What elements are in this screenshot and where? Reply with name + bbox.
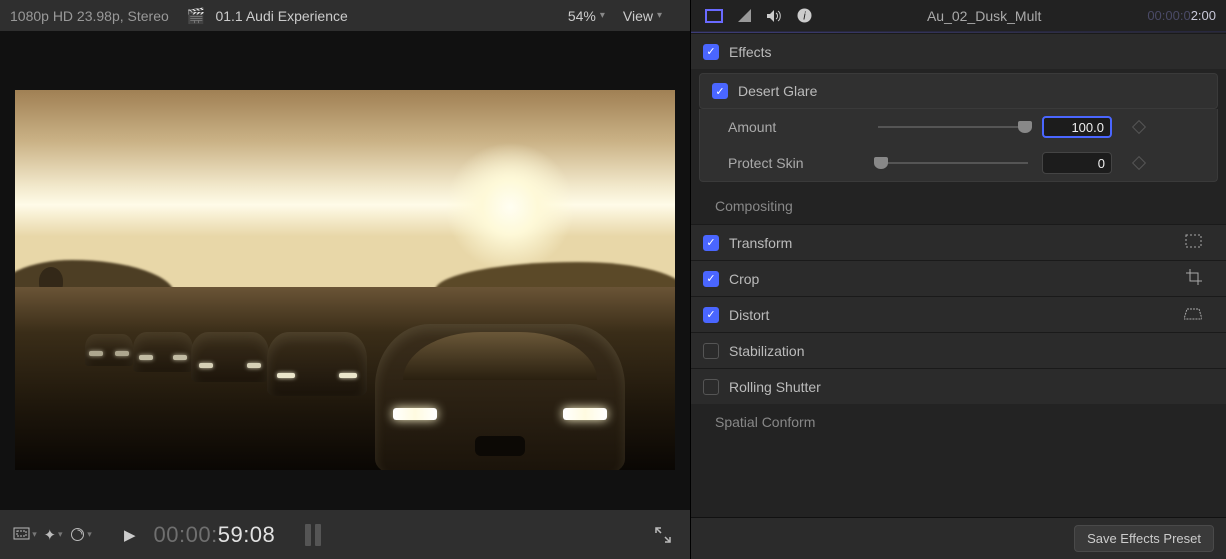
tc-last: 2:00	[1191, 8, 1216, 23]
save-effects-preset-button[interactable]: Save Effects Preset	[1074, 525, 1214, 552]
clip-title: 01.1 Audi Experience	[215, 8, 567, 24]
effects-section[interactable]: Effects	[691, 33, 1226, 69]
play-button[interactable]: ▶	[124, 526, 136, 544]
transform-section[interactable]: Transform	[691, 224, 1226, 260]
zoom-level[interactable]: 54%	[568, 8, 596, 24]
video-frame	[15, 90, 675, 470]
effects-label: Effects	[729, 44, 772, 60]
stabilization-section[interactable]: Stabilization	[691, 332, 1226, 368]
info-inspector-tab[interactable]: i	[791, 5, 817, 27]
effects-checkbox[interactable]	[703, 44, 719, 60]
video-inspector-tab[interactable]	[701, 5, 727, 27]
viewer-header: 1080p HD 23.98p, Stereo 🎬 01.1 Audi Expe…	[0, 0, 690, 32]
amount-slider[interactable]	[878, 119, 1028, 135]
distort-icon[interactable]	[1184, 307, 1202, 323]
view-menu-button[interactable]: View	[623, 8, 653, 24]
crop-icon[interactable]	[1186, 269, 1202, 288]
param-row-amount: Amount 100.0	[699, 109, 1218, 145]
effect-checkbox[interactable]	[712, 83, 728, 99]
color-inspector-tab[interactable]	[731, 5, 757, 27]
amount-value-input[interactable]: 100.0	[1042, 116, 1112, 138]
viewer-timecode[interactable]: 00:00:59:08	[154, 522, 276, 548]
transform-label: Transform	[729, 235, 792, 251]
enhance-tool-button[interactable]: ✦▾	[40, 522, 66, 548]
inspector-header: i Au_02_Dusk_Mult 00:00:02:00	[691, 0, 1226, 32]
retime-tool-button[interactable]: ▾	[68, 522, 94, 548]
tc-dim: 00:00:0	[1147, 8, 1190, 23]
stabilization-checkbox[interactable]	[703, 343, 719, 359]
rolling-shutter-checkbox[interactable]	[703, 379, 719, 395]
transform-checkbox[interactable]	[703, 235, 719, 251]
timecode-dim: 00:00:	[154, 522, 218, 547]
param-label: Amount	[728, 119, 878, 135]
distort-checkbox[interactable]	[703, 307, 719, 323]
viewer-pane: 1080p HD 23.98p, Stereo 🎬 01.1 Audi Expe…	[0, 0, 690, 559]
chevron-down-icon: ▾	[58, 529, 63, 540]
chevron-down-icon: ▾	[87, 529, 92, 540]
clapperboard-icon: 🎬	[187, 7, 206, 25]
rolling-shutter-section[interactable]: Rolling Shutter	[691, 368, 1226, 404]
distort-section[interactable]: Distort	[691, 296, 1226, 332]
audio-meter	[305, 524, 321, 546]
param-label: Protect Skin	[728, 155, 878, 171]
rolling-shutter-label: Rolling Shutter	[729, 379, 821, 395]
crop-checkbox[interactable]	[703, 271, 719, 287]
timecode-current: 59:08	[218, 522, 276, 547]
view-chevron-icon[interactable]: ▾	[657, 10, 662, 21]
spatial-conform-category[interactable]: Spatial Conform	[691, 404, 1226, 440]
fullscreen-button[interactable]	[650, 522, 676, 548]
crop-label: Crop	[729, 271, 759, 287]
effect-name: Desert Glare	[738, 83, 817, 99]
audio-inspector-tab[interactable]	[761, 5, 787, 27]
inspector-footer: Save Effects Preset	[691, 517, 1226, 559]
param-row-protect-skin: Protect Skin 0	[699, 145, 1218, 182]
spatial-conform-label: Spatial Conform	[715, 414, 815, 430]
inspector-pane: i Au_02_Dusk_Mult 00:00:02:00 Effects De…	[690, 0, 1226, 559]
compositing-label: Compositing	[715, 198, 793, 214]
chevron-down-icon: ▾	[32, 529, 37, 540]
crop-section[interactable]: Crop	[691, 260, 1226, 296]
zoom-chevron-icon[interactable]: ▾	[600, 10, 605, 21]
keyframe-button[interactable]	[1132, 120, 1146, 134]
format-label: 1080p HD 23.98p, Stereo	[10, 8, 169, 24]
stabilization-label: Stabilization	[729, 343, 805, 359]
inspector-clip-name: Au_02_Dusk_Mult	[821, 8, 1147, 24]
keyframe-button[interactable]	[1132, 156, 1146, 170]
viewer-canvas[interactable]	[0, 32, 690, 509]
viewer-footer: ▾ ✦▾ ▾ ▶ 00:00:59:08	[0, 509, 690, 559]
inspector-body: Effects Desert Glare Amount 100.0 Protec…	[691, 33, 1226, 517]
protect-skin-value-input[interactable]: 0	[1042, 152, 1112, 174]
compositing-category[interactable]: Compositing	[691, 188, 1226, 224]
inspector-timecode: 00:00:02:00	[1147, 8, 1216, 24]
transform-icon[interactable]	[1185, 234, 1202, 251]
distort-label: Distort	[729, 307, 769, 323]
protect-skin-slider[interactable]	[878, 155, 1028, 171]
effect-row[interactable]: Desert Glare	[699, 73, 1218, 109]
transform-tool-button[interactable]: ▾	[12, 522, 38, 548]
